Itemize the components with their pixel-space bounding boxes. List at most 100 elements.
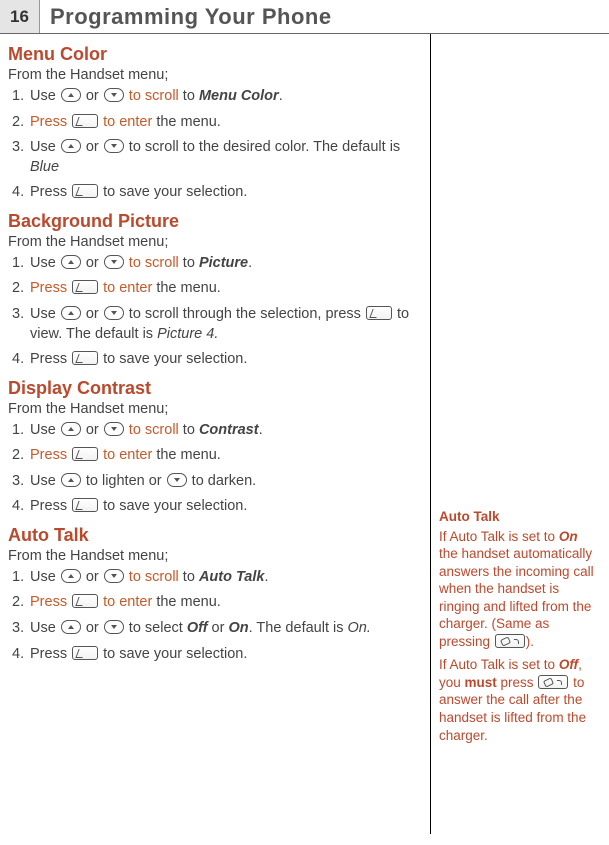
text: ). bbox=[526, 634, 534, 649]
text: . bbox=[279, 88, 283, 104]
step: Press to save your selection. bbox=[12, 350, 424, 370]
step: Press to enter the menu. bbox=[12, 593, 424, 613]
option-off: Off bbox=[187, 620, 208, 636]
nav-down-icon bbox=[104, 422, 124, 436]
nav-down-icon bbox=[104, 620, 124, 634]
nav-up-icon bbox=[61, 620, 81, 634]
highlight: to enter bbox=[99, 594, 152, 610]
text: Use bbox=[30, 473, 60, 489]
text: to bbox=[179, 255, 199, 271]
highlight: to enter bbox=[99, 114, 152, 130]
text: Use bbox=[30, 422, 60, 438]
text: to darken. bbox=[188, 473, 257, 489]
default-value: Picture 4. bbox=[157, 326, 218, 342]
select-key-icon bbox=[72, 646, 98, 660]
sidebar-title: Auto Talk bbox=[439, 508, 596, 526]
select-key-icon bbox=[72, 280, 98, 294]
steps-background-picture: Use or to scroll to Picture. Press to en… bbox=[8, 254, 424, 370]
text: Use bbox=[30, 88, 60, 104]
step: Use or to scroll to Contrast. bbox=[12, 421, 424, 441]
sidebar-note-auto-talk: Auto Talk If Auto Talk is set to On the … bbox=[439, 508, 596, 750]
text: the menu. bbox=[152, 114, 221, 130]
text: press bbox=[497, 675, 538, 690]
step: Press to enter the menu. bbox=[12, 279, 424, 299]
nav-up-icon bbox=[61, 255, 81, 269]
option-off: Off bbox=[559, 657, 578, 672]
text: . bbox=[264, 569, 268, 585]
text: to bbox=[179, 422, 199, 438]
steps-menu-color: Use or to scroll to Menu Color. Press to… bbox=[8, 87, 424, 203]
menu-item: Contrast bbox=[199, 422, 259, 438]
nav-down-icon bbox=[104, 88, 124, 102]
step: Use or to scroll to the desired color. T… bbox=[12, 138, 424, 177]
select-key-icon bbox=[72, 114, 98, 128]
step: Use or to scroll through the selection, … bbox=[12, 305, 424, 344]
section-title-display-contrast: Display Contrast bbox=[8, 378, 424, 399]
step: Use or to scroll to Auto Talk. bbox=[12, 568, 424, 588]
nav-up-icon bbox=[61, 306, 81, 320]
text: or bbox=[82, 139, 103, 155]
intro-display-contrast: From the Handset menu; bbox=[8, 401, 424, 417]
nav-down-icon bbox=[104, 306, 124, 320]
text: or bbox=[82, 306, 103, 322]
text: Use bbox=[30, 139, 60, 155]
text: to scroll through the selection, press bbox=[125, 306, 365, 322]
select-key-icon bbox=[366, 306, 392, 320]
sidebar-paragraph: If Auto Talk is set to On the handset au… bbox=[439, 528, 596, 651]
text: to save your selection. bbox=[99, 646, 247, 662]
nav-up-icon bbox=[61, 139, 81, 153]
text: . The default is bbox=[249, 620, 348, 636]
nav-up-icon bbox=[61, 569, 81, 583]
text: the menu. bbox=[152, 594, 221, 610]
text: to scroll to the desired color. The defa… bbox=[125, 139, 400, 155]
option-on: On bbox=[559, 529, 578, 544]
text: to save your selection. bbox=[99, 184, 247, 200]
page-header: 16 Programming Your Phone bbox=[0, 0, 609, 34]
nav-down-icon bbox=[104, 569, 124, 583]
step: Press to enter the menu. bbox=[12, 113, 424, 133]
nav-up-icon bbox=[61, 422, 81, 436]
text: or bbox=[82, 620, 103, 636]
text: Press bbox=[30, 498, 71, 514]
highlight: Press bbox=[30, 280, 71, 296]
default-value: Blue bbox=[30, 159, 59, 175]
text: to save your selection. bbox=[99, 498, 247, 514]
content-wrap: Menu Color From the Handset menu; Use or… bbox=[0, 34, 609, 834]
text: to bbox=[179, 569, 199, 585]
nav-down-icon bbox=[167, 473, 187, 487]
intro-background-picture: From the Handset menu; bbox=[8, 234, 424, 250]
emphasis: must bbox=[465, 675, 497, 690]
step: Use or to select Off or On. The default … bbox=[12, 619, 424, 639]
sidebar-paragraph: If Auto Talk is set to Off, you must pre… bbox=[439, 656, 596, 744]
text: Press bbox=[30, 351, 71, 367]
text: or bbox=[82, 255, 103, 271]
text: If Auto Talk is set to bbox=[439, 657, 559, 672]
talk-key-icon bbox=[495, 634, 525, 648]
highlight: Press bbox=[30, 447, 71, 463]
highlight: to scroll bbox=[125, 255, 179, 271]
talk-key-icon bbox=[538, 675, 568, 689]
step: Use to lighten or to darken. bbox=[12, 472, 424, 492]
step: Press to save your selection. bbox=[12, 183, 424, 203]
chapter-title: Programming Your Phone bbox=[40, 0, 609, 33]
steps-display-contrast: Use or to scroll to Contrast. Press to e… bbox=[8, 421, 424, 517]
highlight: to scroll bbox=[125, 422, 179, 438]
nav-down-icon bbox=[104, 255, 124, 269]
text: Use bbox=[30, 255, 60, 271]
highlight: Press bbox=[30, 114, 71, 130]
intro-auto-talk: From the Handset menu; bbox=[8, 548, 424, 564]
step: Press to enter the menu. bbox=[12, 446, 424, 466]
menu-item: Menu Color bbox=[199, 88, 279, 104]
select-key-icon bbox=[72, 594, 98, 608]
text: Use bbox=[30, 620, 60, 636]
text: Press bbox=[30, 184, 71, 200]
steps-auto-talk: Use or to scroll to Auto Talk. Press to … bbox=[8, 568, 424, 664]
step: Use or to scroll to Menu Color. bbox=[12, 87, 424, 107]
text: to bbox=[179, 88, 199, 104]
highlight: to enter bbox=[99, 280, 152, 296]
section-title-menu-color: Menu Color bbox=[8, 44, 424, 65]
intro-menu-color: From the Handset menu; bbox=[8, 67, 424, 83]
text: or bbox=[208, 620, 229, 636]
text: or bbox=[82, 88, 103, 104]
menu-item: Auto Talk bbox=[199, 569, 265, 585]
